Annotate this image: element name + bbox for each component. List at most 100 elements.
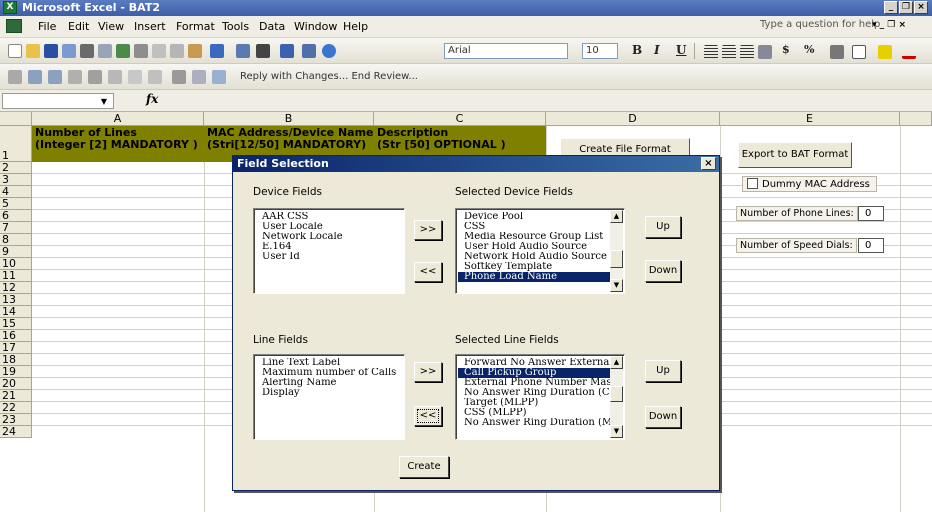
column-header-a[interactable]: A [32, 112, 204, 126]
scroll-up-icon[interactable]: ▲ [610, 356, 623, 369]
save-icon[interactable] [44, 44, 58, 58]
menu-window[interactable]: Window [294, 20, 337, 33]
hyperlink-icon[interactable] [236, 44, 250, 58]
list-item[interactable]: Target (MLPP) [458, 398, 610, 408]
review-icon-6[interactable] [108, 70, 122, 84]
checkbox-icon[interactable] [747, 178, 758, 189]
menu-insert[interactable]: Insert [134, 20, 166, 33]
scrollbar[interactable]: ▲ ▼ [610, 356, 623, 438]
review-icon-9[interactable] [172, 70, 186, 84]
list-item[interactable]: Device Pool [458, 212, 610, 222]
function-icon[interactable]: fx [146, 92, 158, 106]
sort-ascending-icon[interactable] [280, 44, 294, 58]
spelling-icon[interactable] [116, 44, 130, 58]
menu-view[interactable]: View [98, 20, 124, 33]
research-icon[interactable] [134, 44, 148, 58]
align-left-icon[interactable] [704, 45, 718, 59]
list-item[interactable]: External Phone Number Mask [458, 378, 610, 388]
list-item[interactable]: CSS (MLPP) [458, 408, 610, 418]
add-line-field-button[interactable]: >> [414, 362, 442, 382]
scroll-down-icon[interactable]: ▼ [610, 425, 623, 438]
list-item[interactable]: Forward No Answer External [458, 358, 610, 368]
restore-button[interactable]: ❐ [899, 1, 913, 14]
close-button[interactable]: × [914, 1, 928, 14]
autosum-icon[interactable] [256, 44, 270, 58]
review-icon-5[interactable] [88, 70, 102, 84]
dummy-mac-checkbox[interactable]: Dummy MAC Address [742, 176, 877, 192]
line-up-button[interactable]: Up [645, 360, 681, 382]
chart-wizard-icon[interactable] [302, 44, 316, 58]
line-fields-list[interactable]: Line Text Label Maximum number of Calls … [253, 354, 405, 440]
list-item[interactable]: E.164 [256, 242, 402, 252]
column-header-b[interactable]: B [204, 112, 374, 126]
review-icon-10[interactable] [192, 70, 206, 84]
list-item[interactable]: User Hold Audio Source [458, 242, 610, 252]
print-preview-icon[interactable] [98, 44, 112, 58]
list-item[interactable]: No Answer Ring Duration (CFwd) [458, 388, 610, 398]
chevron-down-icon[interactable]: ▼ [101, 97, 107, 106]
indent-icon[interactable] [830, 45, 844, 59]
list-item[interactable]: Maximum number of Calls [256, 368, 402, 378]
scrollbar-thumb[interactable] [610, 250, 623, 268]
list-item[interactable]: Line Text Label [256, 358, 402, 368]
column-header-d[interactable]: D [546, 112, 720, 126]
list-item[interactable]: Alerting Name [256, 378, 402, 388]
device-up-button[interactable]: Up [645, 216, 681, 238]
list-item[interactable]: User Locale [256, 222, 402, 232]
list-item[interactable]: User Id [256, 252, 402, 262]
list-item[interactable]: Softkey Template [458, 262, 610, 272]
add-device-field-button[interactable]: >> [414, 220, 442, 240]
cut-icon[interactable] [152, 44, 166, 58]
underline-button[interactable]: U [676, 43, 686, 57]
font-size-box[interactable]: 10 [582, 43, 618, 59]
review-icon-2[interactable] [28, 70, 42, 84]
list-item[interactable]: CSS [458, 222, 610, 232]
font-name-box[interactable]: Arial [444, 43, 568, 59]
align-center-icon[interactable] [722, 45, 736, 59]
list-item[interactable]: Display [256, 388, 402, 398]
merge-center-icon[interactable] [758, 45, 772, 59]
scroll-down-icon[interactable]: ▼ [610, 279, 623, 292]
new-icon[interactable] [8, 44, 22, 58]
row-header-24[interactable]: 24 [0, 426, 32, 438]
review-icon-3[interactable] [48, 70, 62, 84]
menu-format[interactable]: Format [176, 20, 215, 33]
review-icon-1[interactable] [8, 70, 22, 84]
scroll-up-icon[interactable]: ▲ [610, 210, 623, 223]
select-all-corner[interactable] [0, 112, 32, 126]
menu-data[interactable]: Data [259, 20, 285, 33]
menu-edit[interactable]: Edit [68, 20, 89, 33]
fill-color-icon[interactable] [878, 45, 892, 59]
selected-line-fields-list[interactable]: Forward No Answer External Call Pickup G… [455, 354, 625, 440]
list-item-selected[interactable]: Phone Load Name [458, 272, 610, 282]
document-window-controls[interactable]: ▾ _ ❐ × [872, 20, 906, 30]
copy-icon[interactable] [170, 44, 184, 58]
create-button[interactable]: Create [399, 456, 449, 478]
review-icon-11[interactable] [212, 70, 226, 84]
menu-file[interactable]: File [38, 20, 56, 33]
percent-button[interactable]: % [804, 43, 814, 56]
review-icon-7[interactable] [128, 70, 142, 84]
phone-lines-input[interactable]: 0 [858, 206, 884, 221]
list-item[interactable]: AAR CSS [256, 212, 402, 222]
currency-button[interactable]: $ [782, 43, 790, 56]
list-item[interactable]: Media Resource Group List [458, 232, 610, 242]
scrollbar-thumb[interactable] [610, 386, 623, 402]
name-box[interactable]: ▼ [2, 93, 114, 109]
list-item-selected[interactable]: Call Pickup Group [458, 368, 610, 378]
column-header-f[interactable] [900, 112, 932, 126]
menu-tools[interactable]: Tools [222, 20, 249, 33]
column-header-e[interactable]: E [720, 112, 900, 126]
scrollbar[interactable]: ▲ ▼ [610, 210, 623, 292]
print-icon[interactable] [80, 44, 94, 58]
review-icon-4[interactable] [68, 70, 82, 84]
header-cell-a[interactable]: Number of Lines (Integer [2] MANDATORY ) [32, 126, 204, 162]
dialog-close-button[interactable]: × [701, 157, 716, 170]
reply-with-changes-link[interactable]: Reply with Changes... End Review... [240, 71, 418, 82]
selected-device-fields-list[interactable]: Device Pool CSS Media Resource Group Lis… [455, 208, 625, 294]
list-item[interactable]: No Answer Ring Duration (MLPP) [458, 418, 610, 428]
minimize-button[interactable]: _ [884, 1, 898, 14]
bold-button[interactable]: B [632, 43, 642, 57]
line-down-button[interactable]: Down [645, 406, 681, 428]
list-item[interactable]: Network Hold Audio Source [458, 252, 610, 262]
